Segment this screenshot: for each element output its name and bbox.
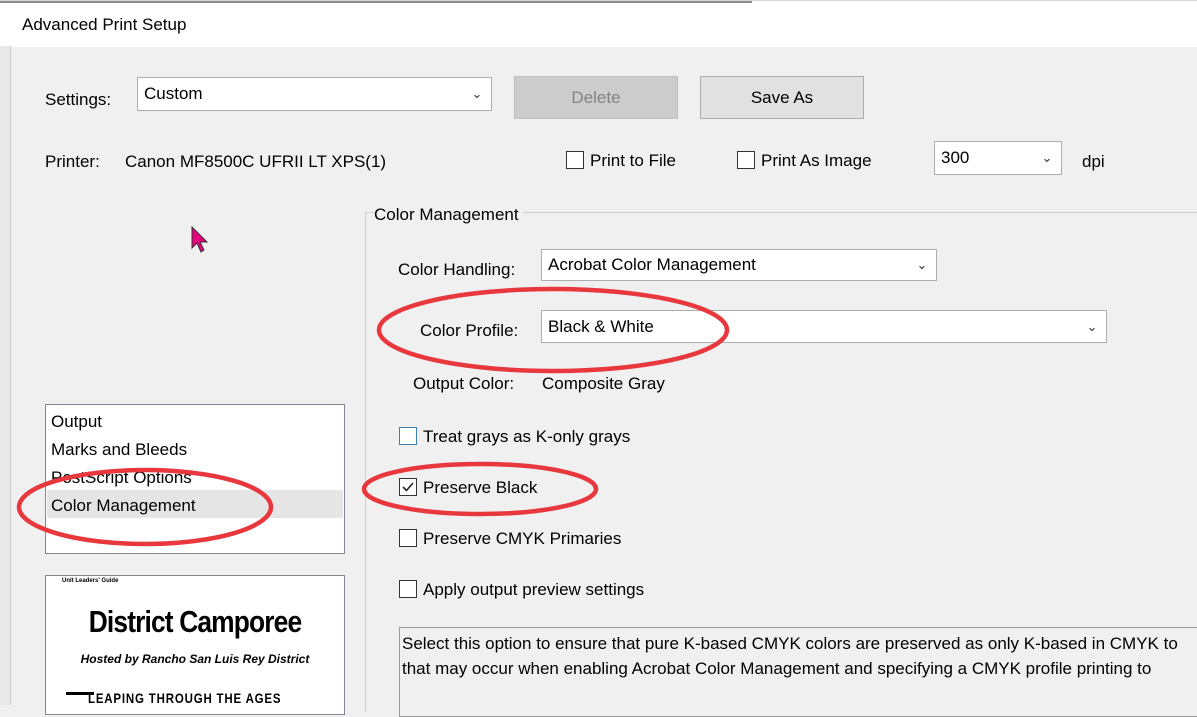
settings-label: Settings: [45, 90, 112, 109]
list-item-output[interactable]: Output [51, 412, 102, 432]
category-list[interactable]: Output Marks and Bleeds PostScript Optio… [45, 404, 345, 554]
settings-dropdown[interactable]: Custom ⌄ [137, 77, 492, 111]
list-item-color-management[interactable]: Color Management [51, 496, 196, 516]
color-handling-dropdown[interactable]: Acrobat Color Management ⌄ [541, 249, 937, 281]
preview-subheading: Hosted by Rancho San Luis Rey District [80, 652, 310, 666]
description-line: that may occur when enabling Acrobat Col… [402, 659, 1152, 678]
chevron-down-icon[interactable]: ⌄ [463, 78, 491, 110]
checkmark-icon [402, 482, 414, 492]
print-as-image-label[interactable]: Print As Image [761, 151, 872, 171]
preview-banner: LEAPING THROUGH THE AGES [88, 690, 282, 706]
save-as-button[interactable]: Save As [700, 76, 864, 119]
cursor-arrow-icon [191, 226, 209, 253]
preserve-black-label[interactable]: Preserve Black [423, 478, 537, 498]
output-color-value: Composite Gray [542, 374, 665, 393]
page-preview: Unit Leaders' Guide District Camporee Ho… [45, 575, 345, 715]
apply-preview-checkbox[interactable] [399, 580, 417, 598]
delete-button[interactable]: Delete [514, 76, 678, 119]
print-as-image-checkbox[interactable] [737, 151, 755, 169]
treat-grays-checkbox[interactable] [399, 427, 417, 445]
window-title: Advanced Print Setup [22, 15, 187, 34]
list-item-postscript-options[interactable]: PostScript Options [51, 468, 192, 488]
dpi-unit-label: dpi [1082, 152, 1105, 171]
list-item-marks-and-bleeds[interactable]: Marks and Bleeds [51, 440, 187, 460]
apply-preview-label[interactable]: Apply output preview settings [423, 580, 644, 600]
chevron-down-icon[interactable]: ⌄ [1078, 311, 1106, 342]
color-profile-label: Color Profile: [420, 321, 519, 340]
color-handling-label: Color Handling: [398, 260, 516, 279]
preserve-black-checkbox[interactable] [399, 478, 417, 496]
print-to-file-checkbox[interactable] [566, 151, 584, 169]
color-profile-dropdown[interactable]: Black & White ⌄ [541, 310, 1107, 343]
chevron-down-icon[interactable]: ⌄ [1033, 142, 1061, 174]
print-to-file-label[interactable]: Print to File [590, 151, 676, 171]
chevron-down-icon[interactable]: ⌄ [908, 250, 936, 280]
preview-small-text: Unit Leaders' Guide [62, 578, 119, 584]
option-description: Select this option to ensure that pure K… [399, 627, 1197, 717]
preserve-cmyk-label[interactable]: Preserve CMYK Primaries [423, 529, 621, 549]
dpi-dropdown[interactable]: 300 ⌄ [934, 141, 1062, 175]
preview-heading: District Camporee [88, 604, 302, 639]
color-profile-value: Black & White [548, 317, 654, 336]
treat-grays-label[interactable]: Treat grays as K-only grays [423, 427, 630, 447]
settings-value: Custom [144, 84, 203, 103]
title-bar: Advanced Print Setup [0, 0, 1197, 47]
dpi-value: 300 [941, 148, 970, 167]
output-color-label: Output Color: [413, 374, 515, 393]
color-handling-value: Acrobat Color Management [548, 255, 756, 274]
preserve-cmyk-checkbox[interactable] [399, 529, 417, 547]
title-bar-border [0, 1, 752, 3]
window-left-edge [0, 46, 11, 705]
description-line: Select this option to ensure that pure K… [402, 634, 1178, 653]
printer-name: Canon MF8500C UFRII LT XPS(1) [125, 152, 387, 171]
printer-label: Printer: [45, 152, 100, 171]
section-title: Color Management [374, 205, 523, 225]
